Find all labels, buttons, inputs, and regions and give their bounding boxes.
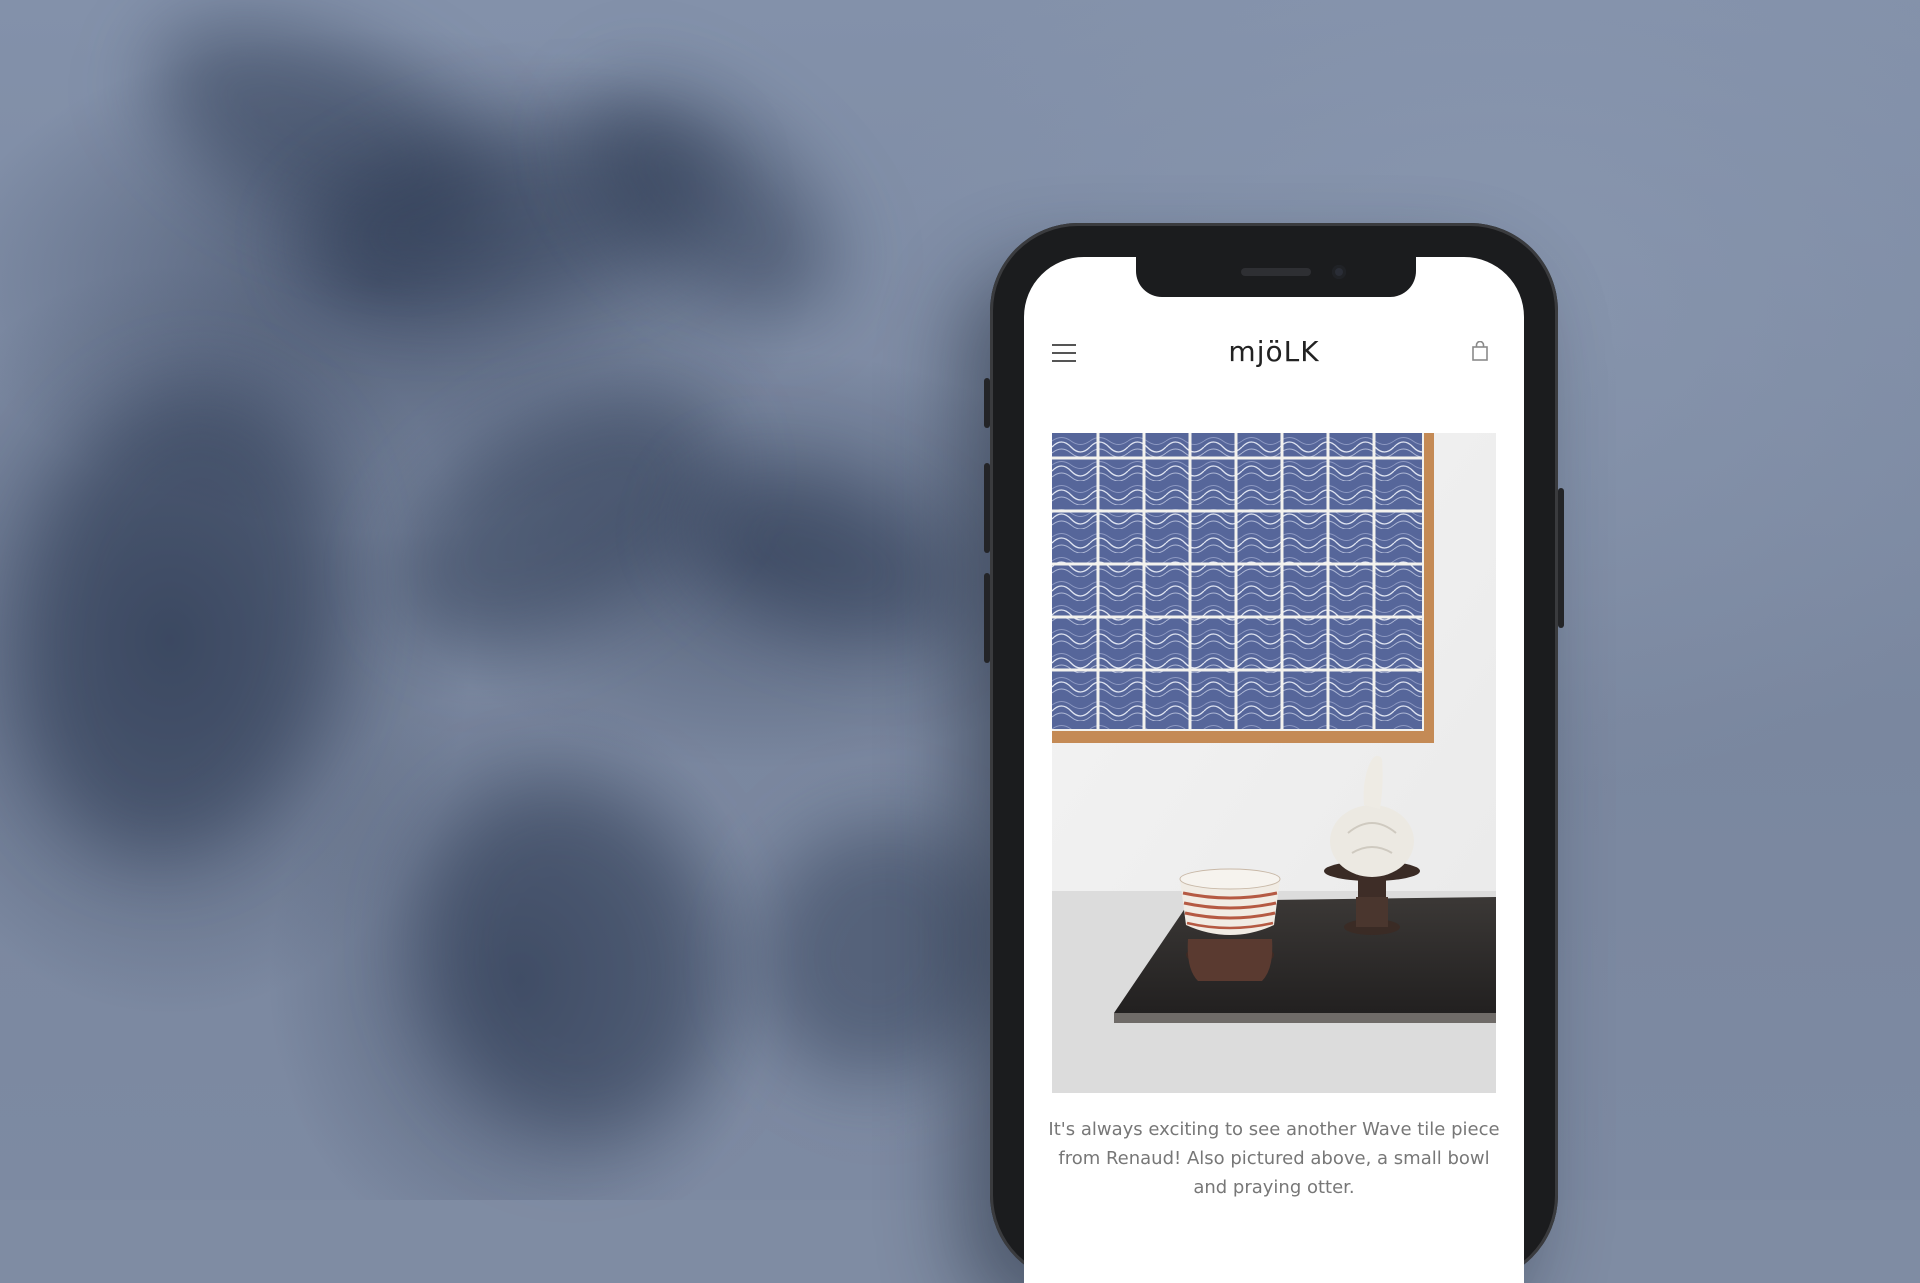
phone-volume-down-button xyxy=(984,573,990,663)
app-header: mjöLK xyxy=(1024,327,1524,387)
wave-tile-artwork xyxy=(1052,433,1434,743)
brand-logo[interactable]: mjöLK xyxy=(1024,335,1524,368)
phone-power-button xyxy=(1558,488,1564,628)
shopping-bag-icon[interactable] xyxy=(1472,341,1488,361)
post-photo-illustration xyxy=(1052,433,1496,1093)
post-caption: It's always exciting to see another Wave… xyxy=(1048,1119,1500,1198)
phone-volume-up-button xyxy=(984,463,990,553)
phone-notch xyxy=(1136,257,1416,297)
phone-side-button xyxy=(984,378,990,428)
post-photo xyxy=(1052,433,1496,1093)
striped-bowl xyxy=(1179,868,1281,981)
phone-speaker xyxy=(1241,268,1311,276)
phone-screen: mjöLK It's always exciting to see anothe… xyxy=(1024,257,1524,1283)
smartphone: mjöLK It's always exciting to see anothe… xyxy=(984,223,1564,1283)
front-camera xyxy=(1332,265,1346,279)
